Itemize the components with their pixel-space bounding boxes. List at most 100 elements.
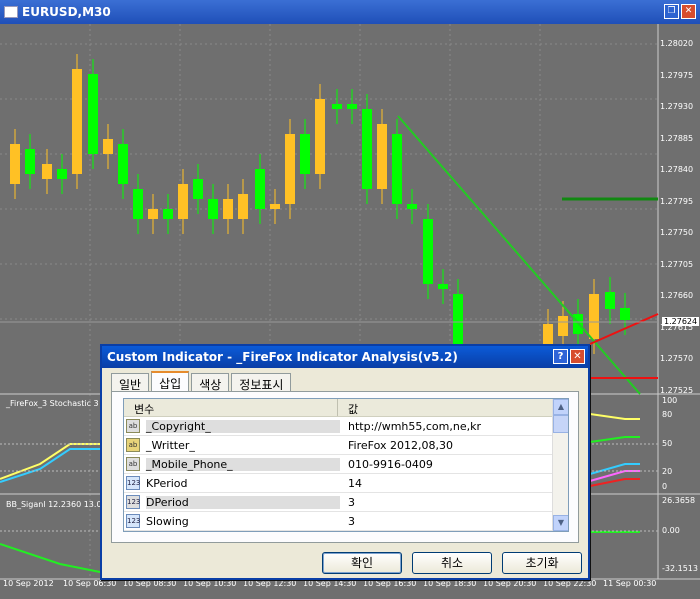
candle — [589, 294, 599, 339]
candle — [133, 189, 143, 219]
column-variable[interactable]: 변수 — [124, 399, 338, 416]
dialog-tabs: 일반 삽입 색상 정보표시 — [111, 371, 293, 392]
candle — [163, 209, 173, 219]
table-row[interactable]: 123 DPeriod 3 — [124, 493, 568, 512]
bb-level-top: 26.3658 — [662, 496, 696, 505]
param-value[interactable]: FireFox 2012,08,30 — [340, 439, 453, 452]
price-axis-label: 1.27660 — [660, 291, 694, 300]
price-axis-label: 1.27975 — [660, 70, 694, 80]
time-axis-label: 10 Sep 20:30 — [483, 579, 537, 588]
candle — [193, 179, 203, 199]
param-name: _Copyright_ — [146, 419, 340, 433]
param-name: KPeriod — [146, 476, 188, 490]
price-axis-label: 1.28020 — [660, 39, 694, 48]
tab-general[interactable]: 일반 — [111, 373, 150, 392]
price-axis-label: 1.27885 — [660, 133, 694, 143]
candle — [362, 109, 372, 189]
tab-visualization[interactable]: 정보표시 — [231, 373, 292, 392]
table-row[interactable]: ab _Copyright_ http://wmh55,com,ne,kr — [124, 417, 568, 436]
candle — [238, 194, 248, 219]
window-titlebar: EURUSD,M30 ❐ ✕ — [0, 0, 700, 24]
restore-button[interactable]: ❐ — [664, 4, 679, 19]
scroll-down-icon[interactable]: ▼ — [553, 515, 568, 531]
candle — [57, 169, 67, 179]
param-value[interactable]: 14 — [340, 477, 362, 490]
param-value[interactable]: 010-9916-0409 — [340, 458, 433, 471]
table-row[interactable]: ab _Mobile_Phone_ 010-9916-0409 — [124, 455, 568, 474]
ok-button[interactable]: 확인 — [322, 552, 402, 574]
time-axis-label: 11 Sep 00:30 — [603, 579, 657, 588]
cancel-button[interactable]: 취소 — [412, 552, 492, 574]
param-value[interactable]: 3 — [340, 515, 355, 528]
candle — [620, 308, 630, 320]
price-axis-label: 1.27840 — [660, 165, 694, 174]
bb-indicator-label: BB_Siganl 12.2360 13.0 — [6, 500, 102, 509]
time-axis-label: 10 Sep 14:30 — [303, 579, 357, 588]
price-axis-label: 1.27795 — [660, 196, 694, 206]
candle — [407, 204, 417, 209]
stoch-level-0: 0 — [662, 482, 668, 491]
stoch-indicator-label: _FireFox_3 Stochastic 3 — [6, 399, 99, 408]
tab-inputs[interactable]: 삽입 — [151, 371, 190, 391]
price-axis-label: 1.27570 — [660, 354, 694, 363]
grid-scrollbar[interactable]: ▲ ▼ — [552, 399, 568, 531]
candle — [10, 144, 20, 184]
parameters-grid: 변수 값 ab _Copyright_ http://wmh55,com,ne,… — [123, 398, 569, 532]
candle — [543, 324, 553, 344]
time-axis-label: 10 Sep 08:30 — [123, 579, 177, 588]
scroll-up-icon[interactable]: ▲ — [553, 399, 568, 415]
scroll-thumb[interactable] — [553, 415, 568, 433]
table-row[interactable]: ab _Writter_ FireFox 2012,08,30 — [124, 436, 568, 455]
time-axis-label: 10 Sep 10:30 — [183, 579, 237, 588]
tab-colors[interactable]: 색상 — [191, 373, 230, 392]
param-value[interactable]: 3 — [340, 496, 355, 509]
time-axis-label: 10 Sep 18:30 — [423, 579, 477, 588]
candle — [285, 134, 295, 204]
candle — [605, 292, 615, 309]
dialog-close-button[interactable]: ✕ — [570, 349, 585, 364]
custom-indicator-dialog: Custom Indicator - _FireFox Indicator An… — [100, 344, 590, 580]
candle — [558, 316, 568, 336]
candle — [438, 284, 448, 289]
candle — [103, 139, 113, 154]
candle — [25, 149, 35, 174]
stoch-level-50: 50 — [662, 439, 673, 448]
time-axis-label: 10 Sep 12:30 — [243, 579, 297, 588]
close-chart-button[interactable]: ✕ — [681, 4, 696, 19]
stoch-level-100: 100 — [662, 396, 678, 405]
price-axis-label: 1.27705 — [660, 259, 694, 269]
time-axis-label: 10 Sep 16:30 — [363, 579, 417, 588]
window-title: EURUSD,M30 — [22, 5, 111, 19]
param-name: DPeriod — [146, 495, 340, 509]
candle — [255, 169, 265, 209]
param-name: Slowing — [146, 514, 189, 528]
candle — [42, 164, 52, 179]
bb-level-zero: 0.00 — [662, 526, 680, 535]
stoch-level-20: 20 — [662, 467, 673, 476]
candle — [178, 184, 188, 219]
chart-window-icon — [4, 6, 18, 18]
price-axis-label: 1.27525 — [660, 385, 694, 395]
table-row[interactable]: 123 KPeriod 14 — [124, 474, 568, 493]
help-button[interactable]: ? — [553, 349, 568, 364]
candle — [72, 69, 82, 174]
bb-level-bottom: -32.1513 — [662, 564, 698, 573]
candle — [423, 219, 433, 284]
reset-button[interactable]: 초기화 — [502, 552, 582, 574]
string-type-icon: ab — [126, 419, 140, 433]
current-price-label: 1.27624 — [662, 317, 700, 326]
string-type-icon: ab — [126, 438, 140, 452]
stoch-level-80: 80 — [662, 410, 673, 419]
integer-type-icon: 123 — [126, 514, 140, 528]
inputs-panel: 변수 값 ab _Copyright_ http://wmh55,com,ne,… — [111, 391, 579, 543]
string-type-icon: ab — [126, 457, 140, 471]
time-axis-label: 10 Sep 2012 — [3, 579, 54, 588]
candle — [270, 204, 280, 209]
candle — [300, 134, 310, 174]
time-axis-label: 10 Sep 06:30 — [63, 579, 117, 588]
candle — [88, 74, 98, 154]
param-value[interactable]: http://wmh55,com,ne,kr — [340, 420, 481, 433]
candle — [392, 134, 402, 204]
table-row[interactable]: 123 Slowing 3 — [124, 512, 568, 531]
column-value[interactable]: 값 — [338, 399, 368, 416]
